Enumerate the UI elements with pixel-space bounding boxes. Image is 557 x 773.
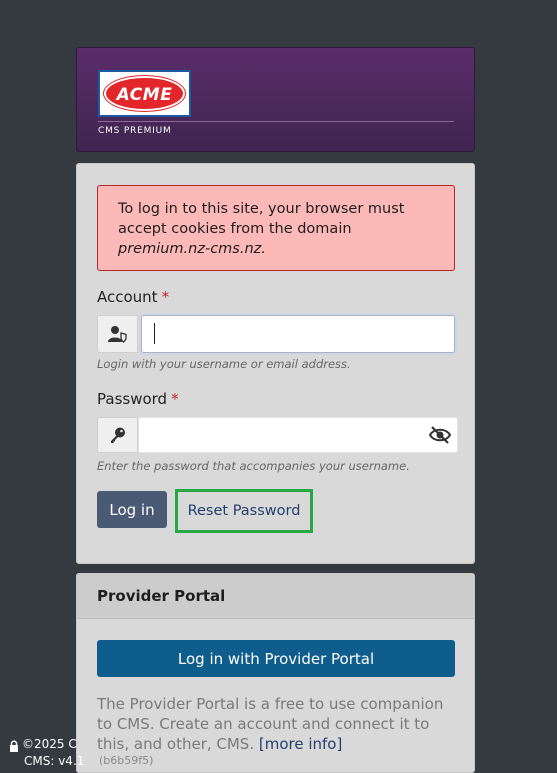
acme-logo: ACME <box>98 70 191 117</box>
brand-divider <box>98 121 454 122</box>
password-input-group <box>97 417 459 455</box>
provider-portal-login-button[interactable]: Log in with Provider Portal <box>97 640 455 677</box>
footer-version: CMS: v4.1 <box>24 754 85 768</box>
account-help: Login with your username or email addres… <box>97 357 351 371</box>
text-caret <box>154 323 155 344</box>
alert-domain: premium.nz-cms.nz. <box>118 241 266 257</box>
reset-password-link[interactable]: Reset Password <box>175 489 313 533</box>
portal-description: The Provider Portal is a free to use com… <box>97 694 459 754</box>
password-label-text: Password <box>97 390 168 408</box>
footer-copyright: ©2025 C <box>22 737 77 751</box>
portal-header: Provider Portal <box>77 574 474 619</box>
build-hash: (b6b59f5) <box>99 754 154 767</box>
provider-portal-card: Provider Portal Log in with Provider Por… <box>76 573 475 773</box>
portal-title: Provider Portal <box>97 587 226 605</box>
user-shield-icon <box>97 315 138 353</box>
logo-ellipse: ACME <box>104 76 185 111</box>
account-input-group <box>97 315 459 353</box>
logo-text: ACME <box>116 85 173 105</box>
key-icon <box>97 417 138 453</box>
login-form: To log in to this site, your browser mus… <box>76 163 475 564</box>
brand-subtitle: CMS PREMIUM <box>98 126 172 136</box>
account-label: Account * <box>97 288 169 306</box>
login-button[interactable]: Log in <box>97 491 167 528</box>
account-input[interactable] <box>141 315 455 353</box>
alert-message: To log in to this site, your browser mus… <box>118 201 405 237</box>
cookie-alert: To log in to this site, your browser mus… <box>97 185 455 271</box>
required-marker: * <box>171 390 179 408</box>
account-label-text: Account <box>97 288 158 306</box>
lock-icon <box>9 740 19 755</box>
brand-header: ACME CMS PREMIUM <box>76 47 475 152</box>
footer: ©2025 C CMS: v4.1 <box>9 738 84 768</box>
eye-slash-icon[interactable] <box>428 425 452 445</box>
password-label: Password * <box>97 390 179 408</box>
more-info-link[interactable]: [more info] <box>259 735 342 753</box>
password-input[interactable] <box>138 417 458 453</box>
required-marker: * <box>161 288 170 306</box>
password-help: Enter the password that accompanies your… <box>97 459 410 473</box>
